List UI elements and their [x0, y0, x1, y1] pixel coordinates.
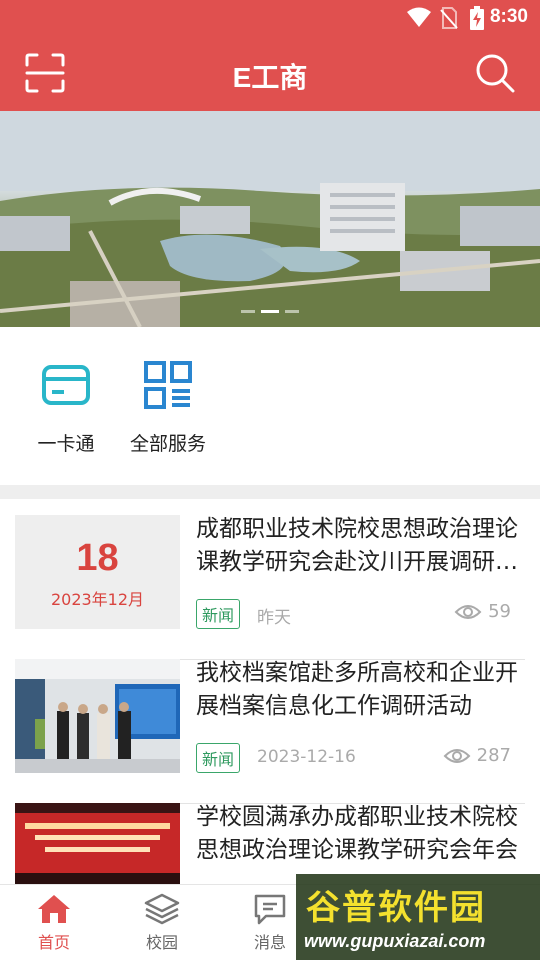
card-icon [42, 365, 90, 405]
news-tag: 新闻 [196, 599, 241, 629]
watermark-title: 谷普软件园 [306, 888, 486, 928]
layers-icon [144, 893, 180, 925]
watermark-url: www.gupuxiazai.com [304, 931, 486, 951]
tab-label: 首页 [37, 933, 70, 952]
view-count-value: 287 [476, 745, 511, 766]
title-bar: E工商 [0, 36, 540, 111]
service-label: 全部服务 [129, 433, 206, 455]
service-campus-card[interactable]: 一卡通 [11, 359, 121, 456]
campus-aerial-image [0, 111, 540, 327]
view-count-value: 59 [488, 601, 511, 622]
page-title: E工商 [232, 62, 308, 93]
news-item[interactable]: 我校档案馆赴多所高校和企业开展档案信息化工作调研活动 新闻 2023-12-16… [15, 659, 525, 804]
search-icon [476, 54, 515, 93]
date-thumbnail: 18 2023年12月 [15, 515, 180, 629]
news-title: 学校圆满承办成都职业技术院校思想政治理论课教学研究会年会 [196, 804, 518, 863]
service-all-services[interactable]: 全部服务 [113, 359, 223, 456]
watermark: 谷普软件园 www.gupuxiazai.com [296, 874, 540, 960]
tab-campus[interactable]: 校园 [108, 893, 216, 953]
news-photo-image [15, 659, 180, 773]
home-icon [38, 895, 70, 923]
service-label: 一卡通 [37, 433, 95, 455]
carousel-dot-active[interactable] [261, 310, 279, 313]
date-day: 18 [76, 537, 119, 579]
carousel-dot[interactable] [241, 310, 255, 313]
view-count: 287 [443, 745, 511, 766]
battery-charging-icon [470, 6, 484, 30]
message-icon [254, 894, 286, 925]
news-title: 成都职业技术院校思想政治理论课教学研究会赴汶川开展调研活动 [196, 516, 518, 575]
search-button[interactable] [474, 52, 516, 94]
news-thumbnail [15, 803, 180, 884]
status-time: 8:30 [489, 6, 528, 27]
news-time: 昨天 [257, 608, 291, 628]
news-item[interactable]: 学校圆满承办成都职业技术院校思想政治理论课教学研究会年会 [15, 803, 525, 884]
carousel-dot[interactable] [285, 310, 299, 313]
tab-home[interactable]: 首页 [0, 893, 108, 953]
grid-list-icon [144, 361, 192, 409]
news-title: 我校档案馆赴多所高校和企业开展档案信息化工作调研活动 [196, 660, 518, 719]
service-shortcuts: 一卡通 全部服务 [0, 327, 540, 485]
date-month: 2023年12月 [50, 590, 145, 609]
news-list: 18 2023年12月 成都职业技术院校思想政治理论课教学研究会赴汶川开展调研活… [0, 499, 540, 884]
no-sim-icon [440, 7, 458, 29]
news-time: 2023-12-16 [257, 747, 356, 767]
tab-label: 校园 [145, 933, 178, 952]
news-photo-image [15, 803, 180, 884]
view-count: 59 [454, 601, 511, 622]
wifi-icon [407, 7, 431, 27]
app-header: 8:30 E工商 [0, 0, 540, 111]
banner-carousel[interactable] [0, 111, 540, 327]
eye-icon [443, 749, 471, 763]
section-divider [0, 485, 540, 499]
carousel-dots [0, 298, 540, 317]
news-item[interactable]: 18 2023年12月 成都职业技术院校思想政治理论课教学研究会赴汶川开展调研活… [15, 515, 525, 660]
news-tag: 新闻 [196, 743, 241, 773]
eye-icon [454, 605, 482, 619]
status-bar: 8:30 [0, 0, 540, 36]
news-thumbnail [15, 659, 180, 773]
